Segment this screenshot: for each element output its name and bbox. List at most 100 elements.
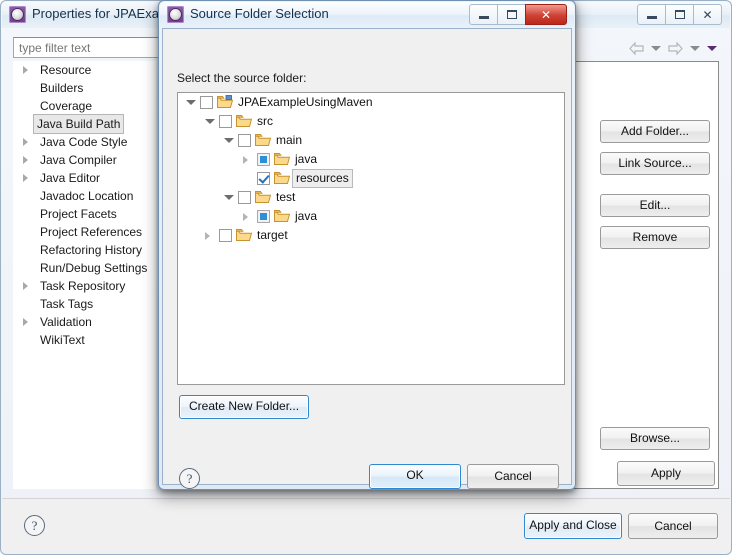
sidebar-item-coverage[interactable]: Coverage [13, 97, 156, 115]
tree-node-checkbox[interactable] [257, 153, 270, 166]
source-folder-titlebar[interactable]: Source Folder Selection ✕ [160, 2, 574, 28]
project-folder-icon [217, 95, 234, 109]
tree-node-label: target [257, 228, 288, 242]
help-icon[interactable]: ? [24, 515, 45, 536]
forward-dropdown-caret-icon[interactable] [690, 45, 700, 51]
sidebar-item-label: Java Code Style [40, 135, 128, 149]
chevron-right-icon[interactable] [205, 232, 210, 240]
back-arrow-icon[interactable] [629, 41, 644, 55]
create-new-folder-button[interactable]: Create New Folder... [179, 395, 310, 419]
sidebar-item-validation[interactable]: Validation [13, 313, 156, 331]
browse-button[interactable]: Browse... [600, 427, 710, 450]
sidebar-item-wikitext[interactable]: WikiText [13, 331, 156, 349]
sidebar-item-java-compiler[interactable]: Java Compiler [13, 151, 156, 169]
tree-node-checkbox[interactable] [200, 96, 213, 109]
sidebar-item-label: Validation [40, 315, 92, 329]
tree-node-src[interactable]: src [178, 112, 564, 131]
sidebar-item-label: Run/Debug Settings [40, 261, 148, 275]
sidebar-item-resource[interactable]: Resource [13, 61, 156, 79]
eclipse-icon [9, 6, 26, 23]
chevron-right-icon[interactable] [23, 66, 28, 74]
maximize-button[interactable] [497, 4, 526, 25]
search-input-placeholder: type filter text [19, 41, 91, 55]
sidebar-item-refactoring-history[interactable]: Refactoring History [13, 241, 156, 259]
sidebar-item-label: Java Editor [40, 171, 101, 185]
properties-bottom-bar: ? Apply and Close Cancel [2, 498, 730, 553]
sidebar-item-builders[interactable]: Builders [13, 79, 156, 97]
forward-arrow-icon[interactable] [668, 41, 683, 55]
close-button[interactable]: ✕ [525, 4, 567, 25]
sidebar-item-label: Project Facets [40, 207, 117, 221]
tree-node-checkbox[interactable] [257, 210, 270, 223]
chevron-right-icon[interactable] [243, 213, 248, 221]
sidebar-item-java-build-path[interactable]: Java Build Path [13, 114, 156, 134]
add-folder-button[interactable]: Add Folder... [600, 120, 710, 143]
sidebar-item-project-references[interactable]: Project References [13, 223, 156, 241]
close-button[interactable]: ✕ [693, 4, 722, 25]
tree-node-checkbox[interactable] [257, 172, 270, 185]
maximize-icon [506, 10, 517, 19]
sidebar-item-javadoc-location[interactable]: Javadoc Location [13, 187, 156, 205]
sidebar-item-run-debug-settings[interactable]: Run/Debug Settings [13, 259, 156, 277]
chevron-right-icon[interactable] [23, 156, 28, 164]
source-folder-dialog-title: Source Folder Selection [190, 6, 329, 21]
apply-and-close-button[interactable]: Apply and Close [524, 513, 622, 539]
sidebar-item-label: Coverage [40, 99, 93, 113]
sidebar-item-label: Refactoring History [40, 243, 143, 257]
sidebar-item-task-tags[interactable]: Task Tags [13, 295, 156, 313]
back-dropdown-caret-icon[interactable] [651, 45, 661, 51]
properties-window-controls: ✕ [637, 4, 722, 25]
ok-button[interactable]: OK [369, 464, 461, 489]
chevron-down-icon[interactable] [205, 119, 215, 124]
apply-button[interactable]: Apply [617, 461, 715, 486]
tree-node-label: JPAExampleUsingMaven [238, 95, 373, 109]
cancel-button[interactable]: Cancel [467, 464, 559, 489]
sidebar-item-java-editor[interactable]: Java Editor [13, 169, 156, 187]
tree-node-java[interactable]: java [178, 150, 564, 169]
tree-node-jpaexampleusingmaven[interactable]: JPAExampleUsingMaven [178, 93, 564, 112]
close-icon: ✕ [702, 7, 713, 22]
maximize-button[interactable] [665, 4, 694, 25]
folder-icon [236, 228, 253, 242]
folder-tree[interactable]: JPAExampleUsingMaven src main java resources… [177, 92, 565, 385]
folder-icon [274, 152, 291, 166]
help-icon[interactable]: ? [179, 468, 200, 489]
remove-button[interactable]: Remove [600, 226, 710, 249]
cancel-button[interactable]: Cancel [628, 513, 718, 539]
tree-node-resources[interactable]: resources [178, 169, 564, 188]
edit-button[interactable]: Edit... [600, 194, 710, 217]
chevron-right-icon[interactable] [243, 156, 248, 164]
sidebar-item-label: Task Repository [40, 279, 126, 293]
sidebar-item-project-facets[interactable]: Project Facets [13, 205, 156, 223]
folder-icon [236, 114, 253, 128]
tree-node-test[interactable]: test [178, 188, 564, 207]
folder-icon [255, 133, 272, 147]
folder-icon [274, 171, 291, 185]
chevron-right-icon[interactable] [23, 138, 28, 146]
sidebar-item-java-code-style[interactable]: Java Code Style [13, 133, 156, 151]
minimize-icon [478, 16, 489, 19]
preference-nav-tree[interactable]: Resource Builders Coverage Java Build Path J… [13, 61, 156, 489]
sidebar-item-task-repository[interactable]: Task Repository [13, 277, 156, 295]
tree-node-main[interactable]: main [178, 131, 564, 150]
page-menu-caret-icon[interactable] [707, 45, 717, 51]
chevron-down-icon[interactable] [224, 138, 234, 143]
tree-node-checkbox[interactable] [219, 229, 232, 242]
source-actions-buttons: Add Folder... Link Source... Edit... Remove [600, 120, 710, 258]
chevron-right-icon[interactable] [23, 282, 28, 290]
sidebar-item-label: Builders [40, 81, 84, 95]
chevron-down-icon[interactable] [186, 100, 196, 105]
minimize-button[interactable] [637, 4, 666, 25]
tree-node-java[interactable]: java [178, 207, 564, 226]
tree-node-label: java [295, 209, 318, 223]
chevron-down-icon[interactable] [224, 195, 234, 200]
tree-node-checkbox[interactable] [219, 115, 232, 128]
tree-node-checkbox[interactable] [238, 134, 251, 147]
chevron-right-icon[interactable] [23, 318, 28, 326]
chevron-right-icon[interactable] [23, 174, 28, 182]
source-folder-dialog-body: Select the source folder: JPAExampleUsin… [162, 28, 572, 489]
tree-node-target[interactable]: target [178, 226, 564, 245]
tree-node-checkbox[interactable] [238, 191, 251, 204]
minimize-button[interactable] [469, 4, 498, 25]
link-source-button[interactable]: Link Source... [600, 152, 710, 175]
